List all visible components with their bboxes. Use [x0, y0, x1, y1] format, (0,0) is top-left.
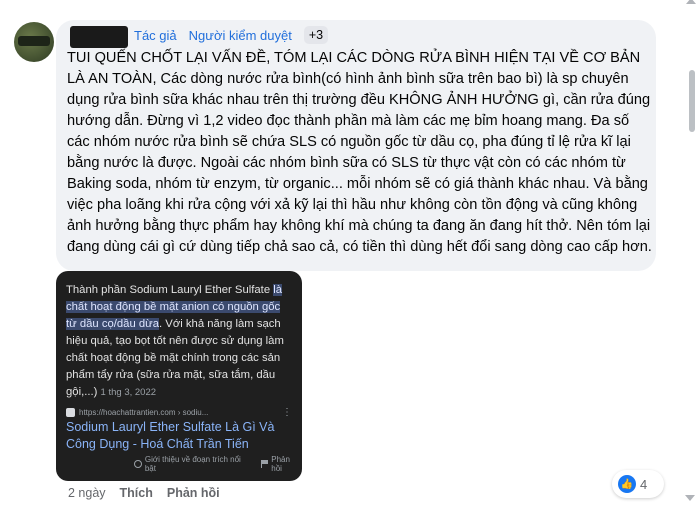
- badge-author[interactable]: Tác giả: [134, 28, 177, 43]
- result-title: Sodium Lauryl Ether Sulfate Là Gì Và Côn…: [66, 420, 275, 451]
- badge-moderator[interactable]: Người kiểm duyệt: [189, 28, 292, 43]
- snippet-suffix: . Với khả năng làm sạch hiệu quả, tạo bọ…: [66, 318, 284, 398]
- feedback-label: Phản hồi: [271, 455, 290, 473]
- more-vert-icon: ⋮: [282, 406, 292, 418]
- favicon-icon: [66, 407, 75, 417]
- thumbs-up-icon: 👍: [618, 475, 636, 493]
- source-url: https://hoachattrantien.com › sodiu...: [79, 407, 209, 417]
- about-label: Giới thiệu về đoạn trích nổi bật: [144, 455, 241, 473]
- source-row: https://hoachattrantien.com › sodiu... ⋮: [66, 406, 292, 418]
- comment-time[interactable]: 2 ngày: [68, 486, 106, 500]
- help-icon: [134, 460, 142, 468]
- comment-text: TUI QUẾN CHỐT LẠI VẤN ĐỀ, TÓM LẠI CÁC DÒ…: [67, 50, 652, 255]
- reply-button[interactable]: Phản hồi: [167, 486, 220, 500]
- top-edge: [0, 0, 700, 10]
- scroll-up-arrow-icon[interactable]: [686, 0, 696, 4]
- reaction-count: 4: [640, 476, 648, 492]
- snippet-date: 1 thg 3, 2022: [100, 387, 157, 398]
- comment-actions: 2 ngày Thích Phản hồi: [68, 486, 220, 500]
- author-badges: Tác giả Người kiểm duyệt +3: [134, 26, 329, 44]
- badge-more[interactable]: +3: [303, 26, 329, 44]
- scroll-down-arrow-icon[interactable]: [685, 495, 695, 501]
- scrollbar-thumb[interactable]: [689, 70, 695, 132]
- card-footer: Giới thiệu về đoạn trích nổi bật Phản hồ…: [134, 455, 302, 473]
- attached-image[interactable]: Thành phần Sodium Lauryl Ether Sulfate l…: [56, 271, 302, 481]
- reaction-summary[interactable]: 👍 4: [618, 475, 647, 493]
- snippet-prefix: Thành phần Sodium Lauryl Ether Sulfate: [66, 284, 274, 296]
- like-button[interactable]: Thích: [120, 486, 153, 500]
- avatar[interactable]: [14, 22, 54, 62]
- author-name-redacted[interactable]: [70, 26, 128, 48]
- search-snippet: Thành phần Sodium Lauryl Ether Sulfate l…: [66, 282, 292, 401]
- flag-icon: [261, 460, 269, 468]
- about-snippet: Giới thiệu về đoạn trích nổi bật: [134, 455, 251, 473]
- feedback: Phản hồi: [261, 455, 302, 473]
